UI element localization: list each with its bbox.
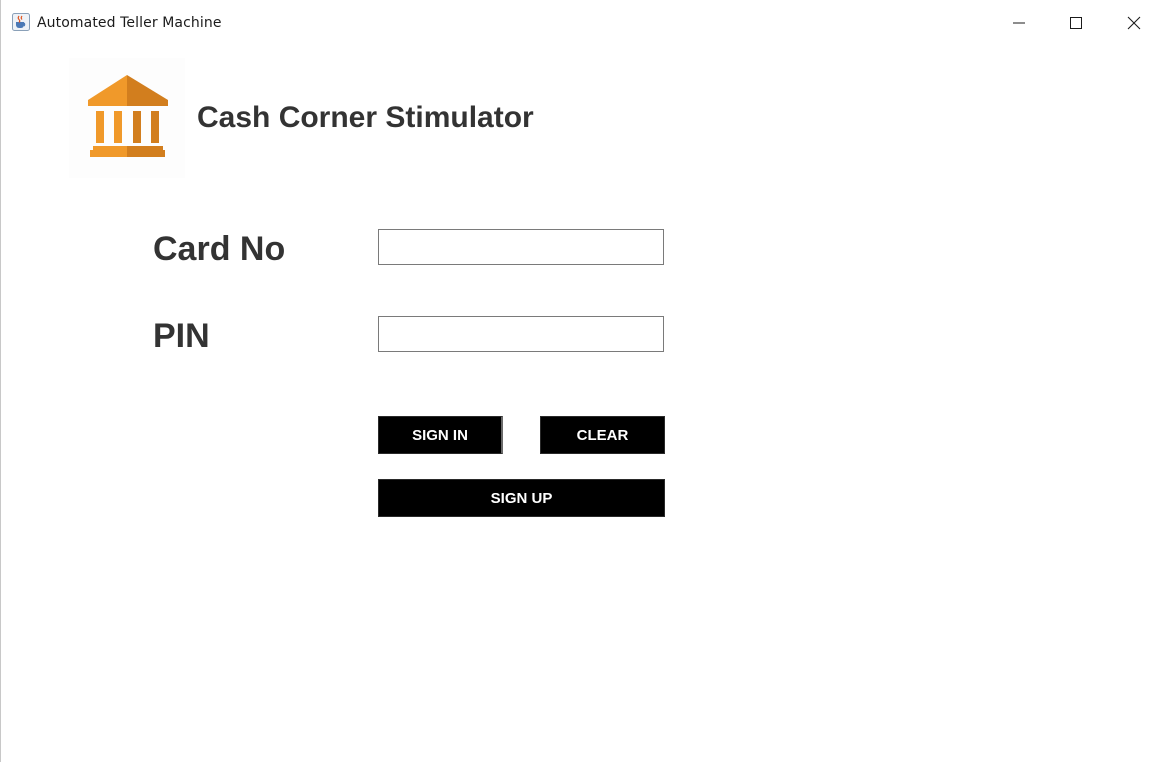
- title-bar[interactable]: Automated Teller Machine: [1, 0, 1161, 46]
- card-number-label: Card No: [153, 230, 286, 268]
- app-title: Cash Corner Stimulator: [197, 101, 534, 134]
- sign-in-button[interactable]: SIGN IN: [378, 416, 503, 454]
- maximize-button[interactable]: [1047, 0, 1105, 46]
- maximize-icon: [1070, 17, 1082, 29]
- minimize-button[interactable]: [990, 0, 1048, 46]
- close-icon: [1127, 16, 1141, 30]
- pin-input[interactable]: [378, 316, 664, 352]
- window-title: Automated Teller Machine: [37, 15, 222, 31]
- java-cup-icon: [12, 13, 30, 31]
- close-button[interactable]: [1105, 0, 1161, 46]
- bank-logo: [69, 58, 185, 178]
- atm-window: Automated Teller Machine Cash Corner Sti…: [0, 0, 1161, 762]
- pin-label: PIN: [153, 317, 210, 355]
- bank-building-icon: [69, 75, 185, 182]
- clear-button[interactable]: CLEAR: [540, 416, 665, 454]
- sign-up-button[interactable]: SIGN UP: [378, 479, 665, 517]
- card-number-input[interactable]: [378, 229, 664, 265]
- minimize-icon: [1013, 17, 1025, 29]
